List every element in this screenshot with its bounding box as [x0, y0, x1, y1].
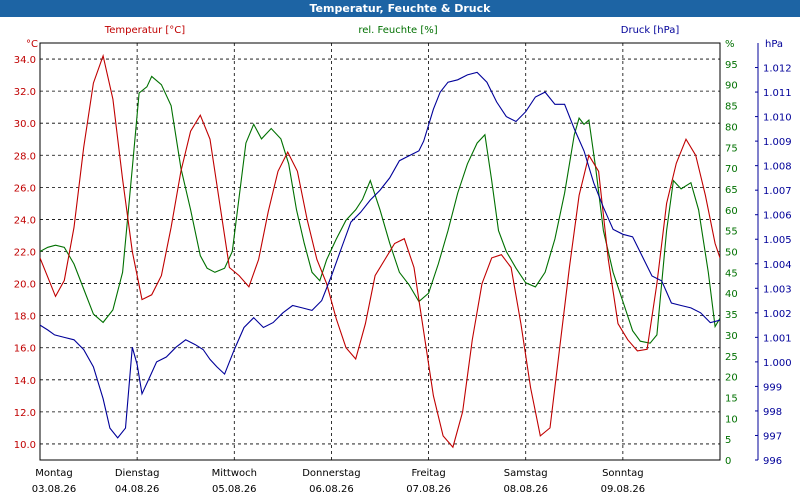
humidity-tick-label: 40: [725, 289, 738, 300]
temp-tick-label: 12.0: [14, 408, 36, 419]
pressure-tick-label: 997: [763, 431, 782, 442]
temp-unit-label: °C: [26, 39, 38, 50]
day-name-label: Samstag: [504, 468, 548, 479]
pressure-tick-label: 1.000: [763, 358, 792, 369]
humidity-tick-label: 0: [725, 456, 731, 467]
temp-axis-title: Temperatur [°C]: [104, 25, 185, 36]
pressure-tick-label: 1.007: [763, 186, 792, 197]
humidity-tick-label: 80: [725, 122, 738, 133]
humidity-tick-label: 55: [725, 227, 738, 238]
humidity-tick-label: 30: [725, 331, 738, 342]
humidity-tick-label: 10: [725, 414, 738, 425]
pressure-tick-label: 996: [763, 456, 782, 467]
day-date-label: 07.08.26: [406, 484, 451, 495]
pressure-tick-label: 1.005: [763, 235, 792, 246]
day-date-label: 08.08.26: [503, 484, 548, 495]
pressure-tick-label: 1.012: [763, 64, 792, 75]
humidity-tick-label: 15: [725, 393, 738, 404]
pressure-tick-label: 1.009: [763, 137, 792, 148]
humidity-tick-label: 90: [725, 81, 738, 92]
day-name-label: Montag: [35, 468, 72, 479]
pressure-tick-label: 1.008: [763, 162, 792, 173]
pressure-tick-label: 1.006: [763, 211, 792, 222]
day-date-label: 09.08.26: [601, 484, 646, 495]
day-name-label: Mittwoch: [212, 468, 257, 479]
temp-tick-label: 26.0: [14, 183, 36, 194]
temp-tick-label: 34.0: [14, 55, 36, 66]
temp-tick-label: 10.0: [14, 440, 36, 451]
pressure-tick-label: 998: [763, 407, 782, 418]
temp-tick-label: 22.0: [14, 248, 36, 259]
humidity-tick-label: 20: [725, 373, 738, 384]
pressure-tick-label: 1.003: [763, 284, 792, 295]
chart: 10.0 12.0 14.0 16.0 18.0 20.0 22.0 24.0 26.0 28.0…: [14, 25, 792, 495]
day-date-label: 04.08.26: [115, 484, 160, 495]
pressure-tick-label: 999: [763, 382, 782, 393]
humidity-tick-label: 65: [725, 185, 738, 196]
temp-tick-label: 28.0: [14, 151, 36, 162]
pressure-tick-label: 1.001: [763, 333, 792, 344]
humidity-tick-label: 75: [725, 143, 738, 154]
humidity-tick-label: 60: [725, 206, 738, 217]
window-title: Temperatur, Feuchte & Druck: [0, 0, 800, 17]
temp-tick-label: 18.0: [14, 312, 36, 323]
humidity-tick-label: 50: [725, 248, 738, 259]
day-name-label: Dienstag: [115, 468, 160, 479]
temp-tick-label: 24.0: [14, 215, 36, 226]
humidity-tick-label: 45: [725, 268, 738, 279]
humidity-tick-label: 95: [725, 60, 738, 71]
humidity-axis-title: rel. Feuchte [%]: [358, 25, 437, 36]
humidity-tick-label: 25: [725, 352, 738, 363]
day-name-label: Sonntag: [602, 468, 644, 479]
temp-tick-label: 30.0: [14, 119, 36, 130]
humidity-tick-label: 85: [725, 102, 738, 113]
humidity-tick-label: 70: [725, 164, 738, 175]
humidity-tick-label: 35: [725, 310, 738, 321]
pressure-unit-label: hPa: [765, 39, 783, 50]
humidity-tick-label: 5: [725, 435, 731, 446]
temp-tick-label: 14.0: [14, 376, 36, 387]
pressure-tick-label: 1.011: [763, 88, 792, 99]
day-date-label: 06.08.26: [309, 484, 354, 495]
pressure-tick-label: 1.002: [763, 309, 792, 320]
temp-tick-label: 16.0: [14, 344, 36, 355]
pressure-axis-title: Druck [hPa]: [621, 25, 680, 36]
humidity-unit-label: %: [725, 39, 735, 50]
day-date-label: 03.08.26: [32, 484, 77, 495]
temp-tick-label: 20.0: [14, 280, 36, 291]
temp-tick-label: 32.0: [14, 87, 36, 98]
day-name-label: Freitag: [411, 468, 445, 479]
day-date-label: 05.08.26: [212, 484, 257, 495]
pressure-tick-label: 1.010: [763, 113, 792, 124]
pressure-tick-label: 1.004: [763, 260, 792, 271]
day-name-label: Donnerstag: [302, 468, 360, 479]
